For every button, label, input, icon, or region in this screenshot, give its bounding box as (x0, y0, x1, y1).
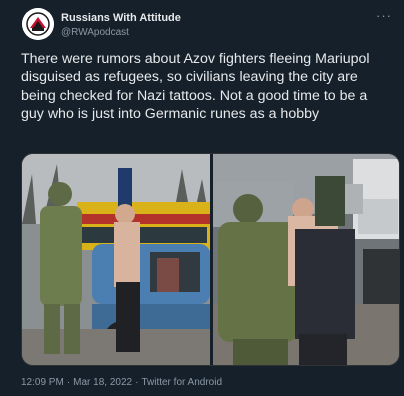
tweet-meta: 12:09 PM · Mar 18, 2022 · Twitter for Androi… (21, 377, 222, 388)
avatar[interactable] (22, 8, 54, 40)
tweet-card[interactable]: Russians With Attitude @RWApodcast ··· T… (0, 0, 404, 396)
avatar-logo-icon (22, 8, 54, 40)
tweet-text: There were rumors about Azov fighters fl… (21, 51, 370, 122)
author-handle[interactable]: @RWApodcast (61, 27, 129, 38)
tweet-media[interactable] (21, 153, 400, 366)
meta-separator-2: · (135, 377, 139, 388)
tweet-header: Russians With Attitude @RWApodcast ··· (20, 6, 392, 42)
author-name[interactable]: Russians With Attitude (61, 12, 181, 24)
photo-1[interactable] (22, 154, 210, 365)
tweet-client: Twitter for Android (141, 377, 223, 388)
photo-2[interactable] (213, 154, 399, 365)
tweet-date[interactable]: Mar 18, 2022 (73, 377, 132, 388)
ellipsis-icon[interactable]: ··· (376, 8, 392, 24)
meta-separator: · (66, 377, 71, 388)
tweet-time[interactable]: 12:09 PM (21, 377, 64, 388)
